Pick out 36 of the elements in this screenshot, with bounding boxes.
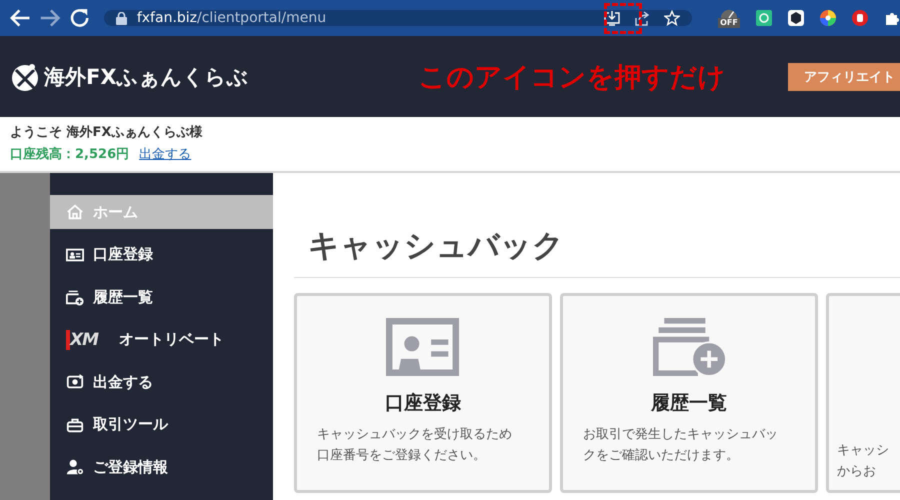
url-text: fxfan.biz/clientportal/menu bbox=[136, 10, 326, 26]
lock-icon bbox=[116, 12, 127, 24]
puzzle-icon[interactable] bbox=[884, 10, 900, 26]
sidebar-item[interactable]: 口座登録 bbox=[50, 238, 273, 272]
xm-logo: XM bbox=[66, 330, 110, 350]
sidebar-item[interactable]: 履歴一覧 bbox=[50, 280, 273, 314]
site-logo-text: 海外FXふぁんくらぶ bbox=[44, 64, 249, 90]
menu-card[interactable]: 口座登録 キャッシュバックを受け取るため 口座番号をご登録ください。 bbox=[294, 293, 552, 493]
home-icon bbox=[66, 203, 84, 221]
sidebar-item[interactable]: XM オートリベート bbox=[50, 322, 273, 356]
menu-card[interactable]: キャッシ からお bbox=[826, 293, 900, 493]
color-wheel-icon[interactable] bbox=[820, 10, 836, 26]
toolbox-icon bbox=[66, 416, 84, 434]
greeting-text: ようこそ 海外FXふぁんくらぶ様 bbox=[10, 124, 204, 141]
hexagon-icon[interactable] bbox=[788, 10, 804, 26]
user-gear-icon bbox=[66, 458, 84, 476]
id-card-icon bbox=[386, 318, 460, 376]
share-icon[interactable] bbox=[634, 10, 650, 26]
page-title: キャッシュバック bbox=[308, 227, 565, 266]
address-bar[interactable]: fxfan.biz/clientportal/menu bbox=[104, 10, 692, 26]
id-card-icon bbox=[66, 246, 84, 264]
hand-icon[interactable] bbox=[852, 10, 868, 26]
balance-text: 口座残高：2,526円 bbox=[10, 146, 130, 163]
menu-card[interactable]: 履歴一覧 お取引で発生したキャッシュバッ クをご確認いただけます。 bbox=[560, 293, 818, 493]
refresh-square-icon[interactable] bbox=[756, 10, 772, 26]
folder-plus-icon bbox=[652, 318, 726, 376]
annotation-text: このアイコンを押すだけ bbox=[418, 60, 726, 94]
money-icon bbox=[66, 373, 84, 391]
sidebar-item[interactable]: 取引ツール bbox=[50, 408, 273, 442]
folder-plus-icon bbox=[66, 288, 84, 306]
sidebar-item[interactable]: 出金する bbox=[50, 365, 273, 399]
star-icon[interactable] bbox=[664, 10, 680, 26]
withdraw-link[interactable]: 出金する bbox=[139, 145, 192, 163]
logo-icon bbox=[10, 62, 40, 92]
install-app-icon[interactable] bbox=[604, 10, 620, 26]
sidebar-item[interactable]: ご登録情報 bbox=[50, 450, 273, 484]
